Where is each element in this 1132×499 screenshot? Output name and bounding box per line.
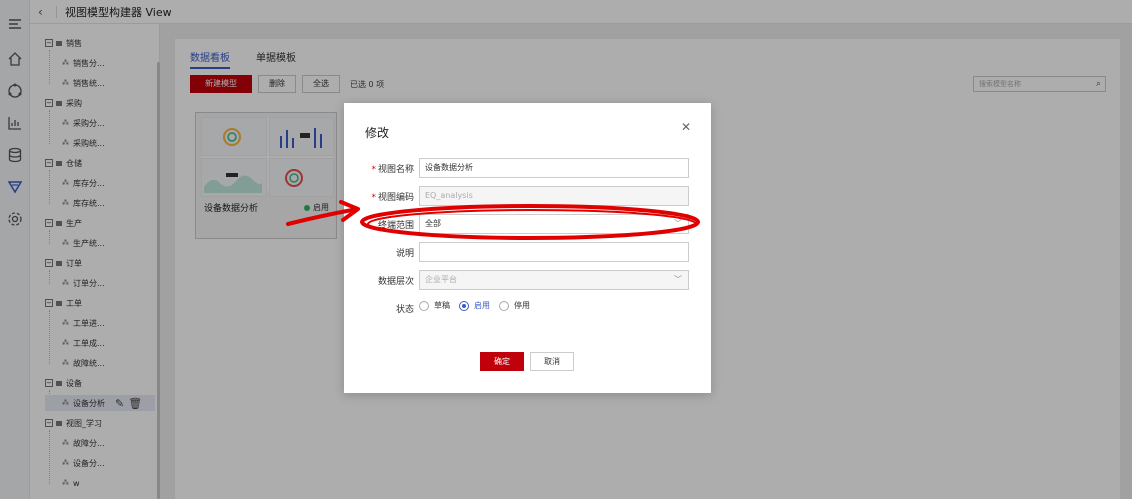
dialog-footer: 确定 取消 [480, 352, 580, 371]
confirm-button[interactable]: 确定 [480, 352, 524, 371]
status-radio-group: 草稿 启用 停用 [419, 300, 539, 311]
edit-dialog: 修改 ✕ * 视图名称 设备数据分析 * 视图编码 EQ_analysis 终端范围… [344, 103, 711, 393]
row-description: 说明 [344, 242, 711, 262]
close-icon[interactable]: ✕ [681, 120, 691, 134]
status-disabled-radio[interactable]: 停用 [499, 300, 530, 311]
row-terminal-range: 终端范围 全部 ﹀ [344, 214, 711, 234]
view-name-input[interactable]: 设备数据分析 [419, 158, 689, 178]
chevron-down-icon: ﹀ [674, 219, 682, 228]
chevron-down-icon: ﹀ [674, 275, 682, 284]
dialog-title: 修改 [365, 126, 390, 140]
row-data-level: 数据层次 企业平台 ﹀ [344, 270, 711, 290]
status-draft-radio[interactable]: 草稿 [419, 300, 450, 311]
view-code-input: EQ_analysis [419, 186, 689, 206]
description-input[interactable] [419, 242, 689, 262]
terminal-range-select[interactable]: 全部 ﹀ [419, 214, 689, 234]
status-enabled-radio[interactable]: 启用 [459, 300, 490, 311]
data-level-select: 企业平台 ﹀ [419, 270, 689, 290]
row-view-code: * 视图编码 EQ_analysis [344, 186, 711, 206]
row-view-name: * 视图名称 设备数据分析 [344, 158, 711, 178]
cancel-button[interactable]: 取消 [530, 352, 574, 371]
row-status: 状态 草稿 启用 停用 [344, 298, 711, 318]
